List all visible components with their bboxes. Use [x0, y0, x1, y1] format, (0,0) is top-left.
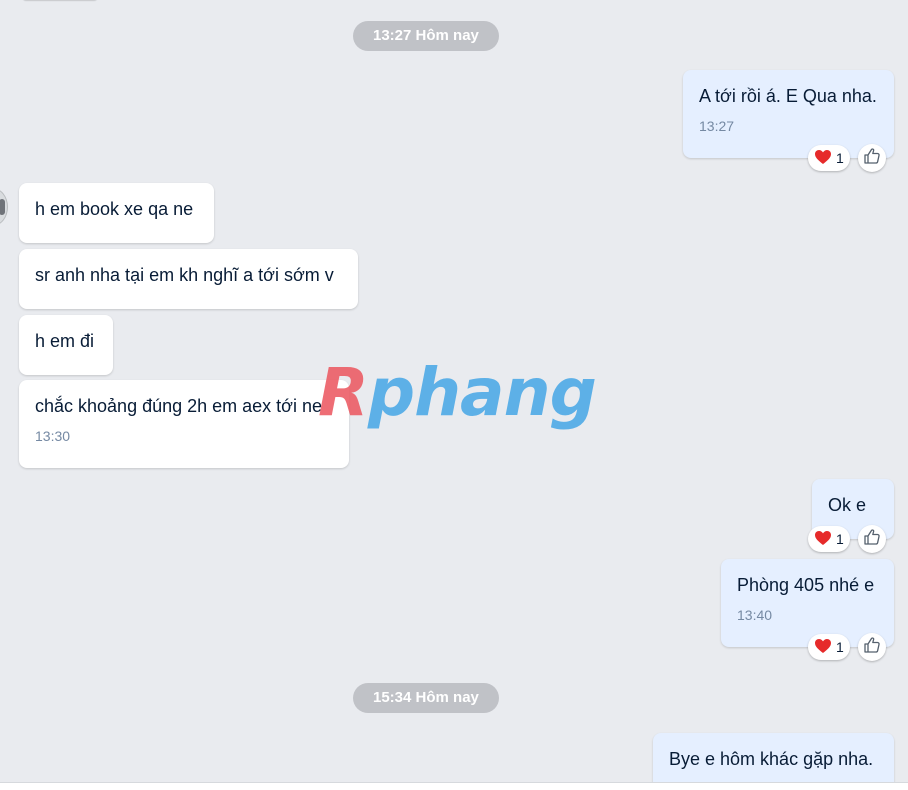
incoming-message[interactable]: chắc khoảng đúng 2h em aex tới ne 13:30 [19, 380, 349, 468]
reaction-count: 1 [836, 639, 844, 655]
heart-icon [814, 530, 832, 549]
like-button[interactable] [857, 633, 886, 661]
message-time: 13:40 [737, 607, 773, 623]
like-button[interactable] [857, 144, 886, 172]
message-reactions: 1 [808, 525, 886, 553]
message-text: h em đi [35, 331, 95, 351]
outgoing-message[interactable]: Bye e hôm khác gặp nha. [653, 733, 894, 782]
message-text: Ok e [828, 495, 867, 515]
reaction-count: 1 [836, 531, 844, 547]
incoming-message[interactable]: sr anh nha tại em kh nghĩ a tới sớm v [19, 249, 358, 309]
message-text: A tới rồi á. E Qua nha. [699, 86, 877, 106]
chat-message-list[interactable]: 13:27 Hôm nay A tới rồi á. E Qua nha. 13… [0, 0, 908, 782]
message-text: chắc khoảng đúng 2h em aex tới ne [35, 396, 322, 416]
message-text: h em book xe qa ne [35, 199, 194, 219]
reaction-count: 1 [836, 150, 844, 166]
incoming-message[interactable]: h em book xe qa ne [19, 183, 214, 243]
message-reactions: 1 [808, 633, 886, 661]
reaction-summary[interactable]: 1 [808, 526, 850, 552]
message-time: 13:30 [35, 428, 71, 444]
thumbs-up-icon [863, 528, 881, 551]
thumbs-up-icon [863, 147, 881, 170]
contact-avatar[interactable] [0, 188, 8, 226]
message-text: Phòng 405 nhé e [737, 575, 875, 595]
reaction-summary[interactable]: 1 [808, 634, 850, 660]
thumbs-up-icon [863, 636, 881, 659]
reaction-summary[interactable]: 1 [808, 145, 850, 171]
message-text: sr anh nha tại em kh nghĩ a tới sớm v [35, 265, 334, 285]
heart-icon [814, 149, 832, 168]
composer-top-edge [0, 782, 908, 790]
message-time: 13:27 [699, 118, 735, 134]
like-button[interactable] [857, 525, 886, 553]
heart-icon [814, 638, 832, 657]
message-text: Bye e hôm khác gặp nha. [669, 749, 874, 769]
timestamp-divider: 15:34 Hôm nay [353, 683, 499, 713]
watermark-logo: Rphang [318, 354, 597, 431]
timestamp-divider: 13:27 Hôm nay [353, 21, 499, 51]
incoming-message[interactable]: h em đi [19, 315, 113, 375]
message-reactions: 1 [808, 144, 886, 172]
